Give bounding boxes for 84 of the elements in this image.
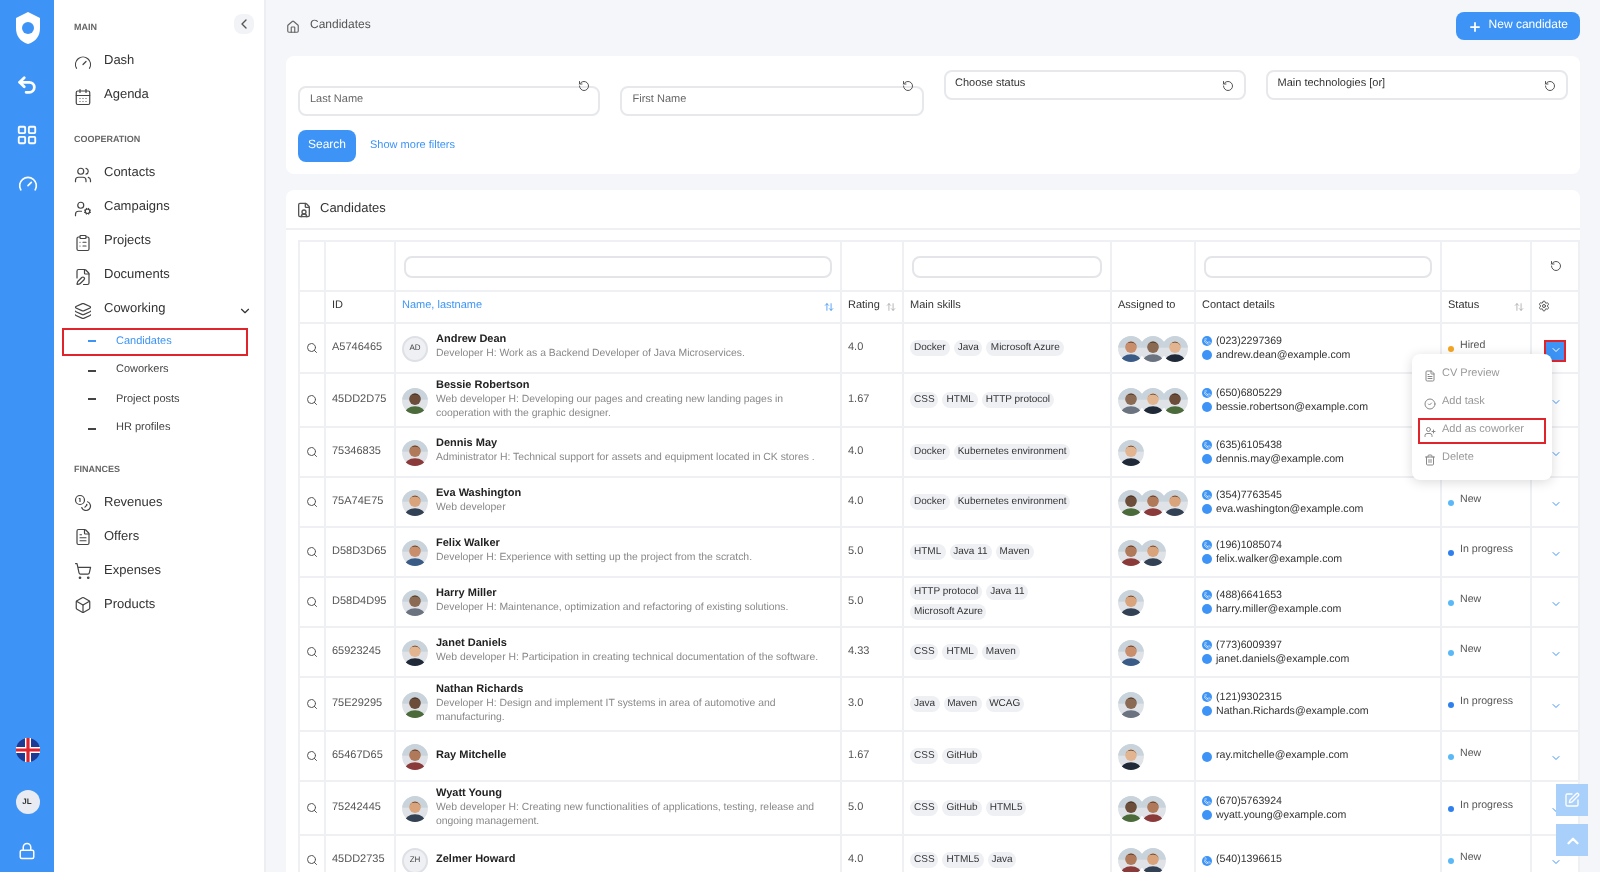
- actions-button[interactable]: [1544, 339, 1566, 361]
- contact-filter-field[interactable]: [1204, 255, 1432, 277]
- coins-icon: [74, 494, 92, 513]
- phone-icon: [1202, 540, 1212, 550]
- search-icon[interactable]: [306, 801, 318, 814]
- phone-icon: [1202, 692, 1212, 702]
- search-icon[interactable]: [306, 341, 318, 354]
- layers-icon: [74, 301, 92, 319]
- calendar-icon: [74, 87, 92, 106]
- email-icon: [1202, 810, 1212, 820]
- search-icon[interactable]: [306, 595, 318, 608]
- chevron-icon: [1549, 548, 1561, 560]
- edit-float-button[interactable]: [1556, 784, 1588, 816]
- pen-icon: [1564, 792, 1580, 808]
- skills-filter-field[interactable]: [912, 255, 1102, 277]
- phone-icon: [1202, 796, 1212, 806]
- gauge-icon: [74, 53, 92, 72]
- home-icon[interactable]: [286, 19, 300, 33]
- back-icon[interactable]: [16, 74, 38, 96]
- name-filter-field[interactable]: [404, 255, 832, 277]
- chevron-icon: [1549, 752, 1561, 764]
- phone-icon: [1202, 336, 1212, 346]
- grid-icon[interactable]: [16, 124, 38, 146]
- flag-icon[interactable]: [15, 738, 39, 762]
- search-icon[interactable]: [306, 749, 318, 762]
- clipboard-icon: [74, 233, 92, 251]
- chevron-icon: [1549, 700, 1561, 712]
- reset-icon[interactable]: [578, 79, 591, 91]
- collapse-button[interactable]: [234, 14, 254, 34]
- sort-icon[interactable]: [824, 302, 834, 312]
- search-icon[interactable]: [306, 853, 318, 866]
- search-icon[interactable]: [306, 545, 318, 558]
- logo-icon[interactable]: [11, 10, 43, 46]
- user-plus-icon: [1424, 425, 1436, 437]
- sort-icon[interactable]: [1514, 302, 1524, 312]
- phone-icon: [1202, 640, 1212, 650]
- chevron-icon: [1549, 856, 1561, 868]
- chevron-icon: [236, 16, 252, 32]
- email-icon: [1202, 654, 1212, 664]
- sort-icon[interactable]: [886, 302, 896, 312]
- search-icon[interactable]: [306, 495, 318, 508]
- reset-icon[interactable]: [1544, 79, 1556, 91]
- document-icon: [1424, 369, 1436, 381]
- cart-icon: [74, 562, 92, 581]
- search-icon[interactable]: [306, 697, 318, 710]
- chevron-icon: [1549, 344, 1561, 356]
- email-icon: [1202, 706, 1212, 716]
- chevron-icon: [1549, 648, 1561, 660]
- email-icon: [1202, 402, 1212, 412]
- plus-icon: [1468, 19, 1483, 33]
- chevron-icon: [238, 303, 252, 317]
- search-icon[interactable]: [306, 393, 318, 406]
- reset-icon[interactable]: [1221, 79, 1234, 91]
- chevron-icon: [1549, 448, 1561, 460]
- email-icon: [1202, 504, 1212, 514]
- box-icon: [74, 596, 92, 615]
- phone-icon: [1202, 388, 1212, 398]
- settings-icon[interactable]: [1538, 299, 1550, 312]
- email-icon: [1202, 554, 1212, 564]
- user-gear-icon: [74, 199, 92, 217]
- search-icon[interactable]: [306, 445, 318, 458]
- reset-icon[interactable]: [1549, 259, 1561, 272]
- email-icon: [1202, 751, 1212, 761]
- gauge-icon[interactable]: [17, 174, 37, 194]
- chevron-icon: [1549, 396, 1561, 408]
- chevron-icon: [1549, 498, 1561, 510]
- phone-icon: [1202, 490, 1212, 500]
- chevron-icon: [1549, 598, 1561, 610]
- phone-icon: [1202, 855, 1212, 865]
- phone-icon: [1202, 440, 1212, 450]
- document-icon: [74, 528, 92, 547]
- check-icon: [1424, 397, 1436, 409]
- trash-icon: [1424, 453, 1436, 465]
- phone-icon: [1202, 590, 1212, 600]
- email-icon: [1202, 350, 1212, 360]
- reset-icon[interactable]: [901, 79, 913, 91]
- users-icon: [74, 165, 92, 183]
- lock-icon[interactable]: [18, 842, 36, 860]
- document-icon: [74, 267, 92, 285]
- email-icon: [1202, 454, 1212, 464]
- email-icon: [1202, 604, 1212, 614]
- document-icon: [296, 201, 312, 217]
- search-icon[interactable]: [306, 645, 318, 658]
- scroll-top-button[interactable]: [1556, 824, 1588, 856]
